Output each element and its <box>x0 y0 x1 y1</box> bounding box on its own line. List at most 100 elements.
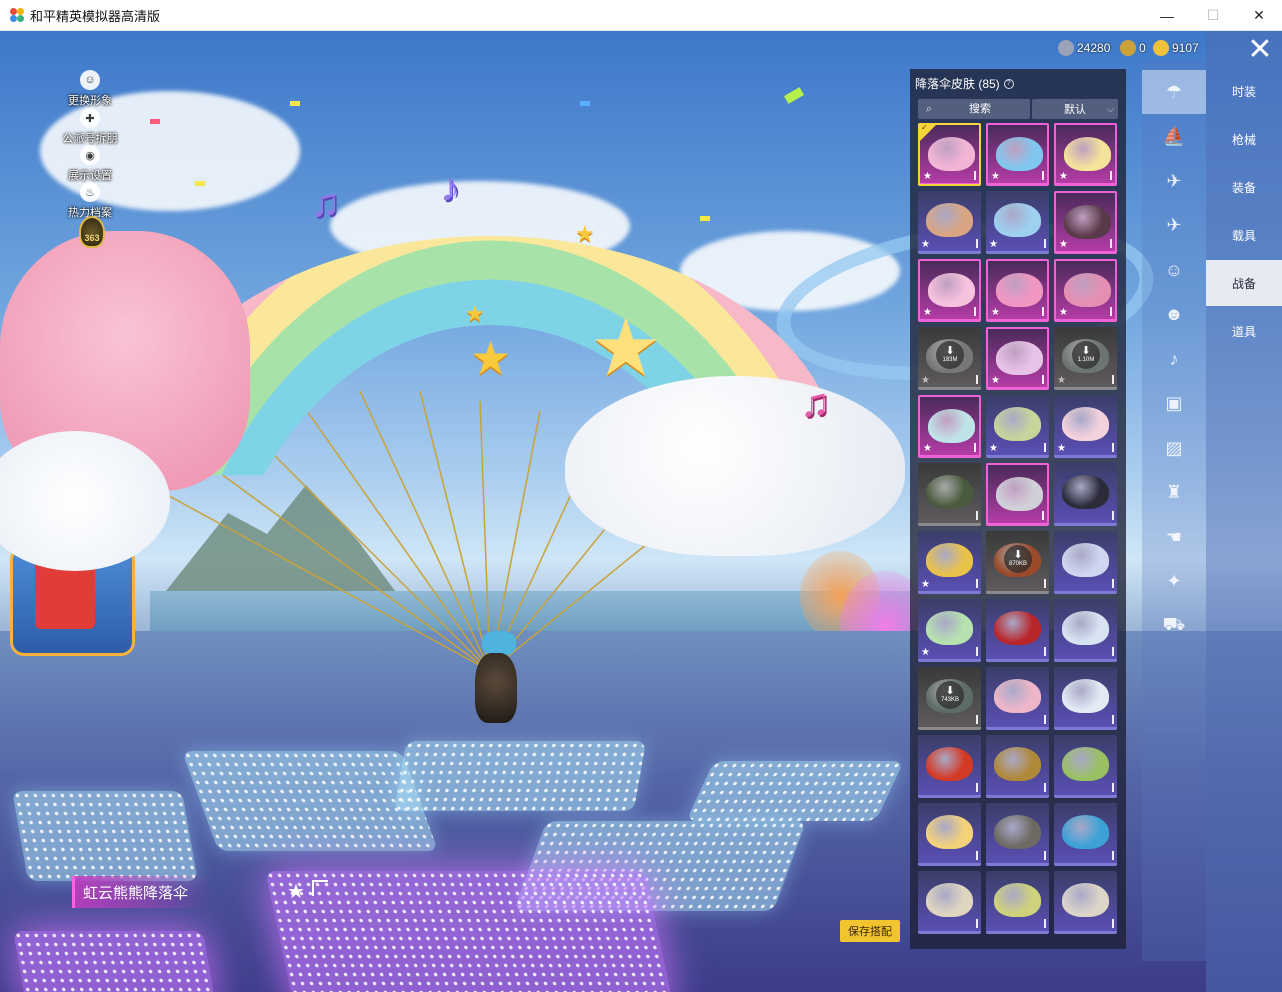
level-badge[interactable]: 363 <box>79 216 105 248</box>
quality-bar <box>976 919 978 928</box>
emote-icon[interactable]: ☺ <box>1142 248 1206 292</box>
favorite-star-icon[interactable]: ★ <box>1057 443 1066 454</box>
search-input[interactable] <box>940 103 1020 115</box>
silver-currency: 24280 <box>1058 40 1110 56</box>
favorite-star-icon[interactable]: ★ <box>287 879 305 904</box>
display-settings-button[interactable]: ◉ 展示设置 <box>55 145 125 183</box>
skin-item[interactable] <box>1054 531 1117 594</box>
change-appearance-button[interactable]: ☺ 更换形象 <box>55 70 125 108</box>
skin-item[interactable] <box>986 735 1049 798</box>
tab-4[interactable]: 载具 <box>1206 212 1282 258</box>
skin-item[interactable]: ★ <box>918 259 981 322</box>
skin-item[interactable] <box>986 803 1049 866</box>
drone-icon[interactable]: ✈ <box>1142 159 1206 203</box>
skin-item[interactable]: ★ <box>918 395 981 458</box>
skin-item[interactable] <box>986 871 1049 934</box>
skin-item[interactable]: ★ <box>918 191 981 254</box>
skin-item[interactable]: ★ <box>918 599 981 662</box>
favorite-star-icon[interactable]: ★ <box>923 171 932 182</box>
skin-item[interactable]: ⬇ 743KB <box>918 667 981 730</box>
tab-2[interactable]: 枪械 <box>1206 116 1282 162</box>
skin-item[interactable]: ⬇ 183M ★ <box>918 327 981 390</box>
skin-item[interactable]: ★ <box>986 259 1049 322</box>
glider-icon[interactable]: ⛵ <box>1142 115 1206 159</box>
sort-dropdown[interactable]: 默认 ⌵ <box>1032 99 1118 119</box>
skin-item[interactable] <box>918 735 981 798</box>
parachute-thumbnail <box>994 407 1041 441</box>
help-icon[interactable]: ? <box>1003 78 1014 89</box>
favorite-star-icon[interactable]: ★ <box>921 579 930 590</box>
quality-bar <box>974 307 976 316</box>
save-outfit-button[interactable]: 保存搭配 <box>840 920 900 942</box>
skin-item[interactable]: ★ <box>1054 123 1117 186</box>
favorite-star-icon[interactable]: ★ <box>1057 375 1066 386</box>
favorite-star-icon[interactable]: ★ <box>923 307 932 318</box>
tab-3[interactable]: 装备 <box>1206 164 1282 210</box>
skin-item[interactable] <box>1054 463 1117 526</box>
parachute-thumbnail <box>928 273 975 307</box>
skin-item[interactable] <box>986 599 1049 662</box>
hand-icon[interactable]: ☚ <box>1142 515 1206 559</box>
skin-item[interactable] <box>986 463 1049 526</box>
tab-6[interactable]: 道具 <box>1206 308 1282 354</box>
skin-item[interactable]: ★ ✓ <box>918 123 981 186</box>
skin-item[interactable]: ★ <box>1054 395 1117 458</box>
skin-item[interactable] <box>1054 599 1117 662</box>
skin-item[interactable] <box>918 803 981 866</box>
favorite-star-icon[interactable]: ★ <box>921 647 930 658</box>
skin-item[interactable]: ★ <box>986 395 1049 458</box>
share-icon[interactable] <box>312 880 328 896</box>
skin-item[interactable]: ★ <box>986 123 1049 186</box>
favorite-star-icon[interactable]: ★ <box>989 443 998 454</box>
skin-item[interactable] <box>918 463 981 526</box>
minimize-button[interactable]: — <box>1144 0 1190 31</box>
maximize-button[interactable]: ☐ <box>1190 0 1236 31</box>
skin-item[interactable] <box>1054 667 1117 730</box>
sound-icon[interactable]: ♪ <box>1142 337 1206 381</box>
skin-item[interactable] <box>1054 803 1117 866</box>
skin-item[interactable] <box>1054 871 1117 934</box>
favorite-star-icon[interactable]: ★ <box>991 375 1000 386</box>
social-button[interactable]: ✚ 公派号拆朋 <box>55 108 125 146</box>
favorite-star-icon[interactable]: ★ <box>1059 307 1068 318</box>
favorite-star-icon[interactable]: ★ <box>923 443 932 454</box>
download-icon[interactable]: ⬇ 183M <box>936 341 964 369</box>
skin-item[interactable]: ★ <box>986 191 1049 254</box>
skin-item[interactable]: ⬇ 870KB <box>986 531 1049 594</box>
close-window-button[interactable]: ✕ <box>1236 0 1282 31</box>
tab-5[interactable]: 战备 <box>1206 260 1282 306</box>
quality-bar <box>1044 919 1046 928</box>
download-icon[interactable]: ⬇ 743KB <box>936 681 964 709</box>
box-icon[interactable]: ▣ <box>1142 382 1206 426</box>
search-box[interactable]: ⌕ <box>918 99 1030 119</box>
skin-item[interactable]: ★ <box>1054 259 1117 322</box>
close-icon[interactable]: ✕ <box>1243 35 1277 65</box>
effect-icon[interactable]: ✦ <box>1142 560 1206 604</box>
favorite-star-icon[interactable]: ★ <box>1059 239 1068 250</box>
skin-item[interactable]: ★ <box>1054 191 1117 254</box>
skin-item[interactable] <box>1054 735 1117 798</box>
skin-item[interactable]: ★ <box>986 327 1049 390</box>
spray-icon[interactable]: ♜ <box>1142 471 1206 515</box>
vehicle-icon[interactable]: ⛟ <box>1142 604 1206 648</box>
photo-icon[interactable]: ▨ <box>1142 426 1206 470</box>
tab-1[interactable]: 时装 <box>1206 68 1282 114</box>
robot-icon[interactable]: ☻ <box>1142 293 1206 337</box>
download-icon[interactable]: ⬇ 870KB <box>1004 545 1032 573</box>
favorite-star-icon[interactable]: ★ <box>989 239 998 250</box>
plane-icon[interactable]: ✈ <box>1142 204 1206 248</box>
favorite-star-icon[interactable]: ★ <box>1059 171 1068 182</box>
download-icon[interactable]: ⬇ 1.10M <box>1072 341 1100 369</box>
skin-item[interactable]: ★ <box>918 531 981 594</box>
skin-item[interactable] <box>986 667 1049 730</box>
skin-item[interactable] <box>918 871 981 934</box>
heat-archive-button[interactable]: ♨ 热力档案 <box>55 182 125 220</box>
favorite-star-icon[interactable]: ★ <box>991 171 1000 182</box>
parachute-icon[interactable]: ☂ <box>1142 70 1206 114</box>
favorite-star-icon[interactable]: ★ <box>991 307 1000 318</box>
favorite-star-icon[interactable]: ★ <box>921 375 930 386</box>
favorite-star-icon[interactable]: ★ <box>921 239 930 250</box>
quality-bar <box>976 239 978 248</box>
skin-item[interactable]: ⬇ 1.10M ★ <box>1054 327 1117 390</box>
coupon-currency: 0 <box>1120 40 1146 56</box>
